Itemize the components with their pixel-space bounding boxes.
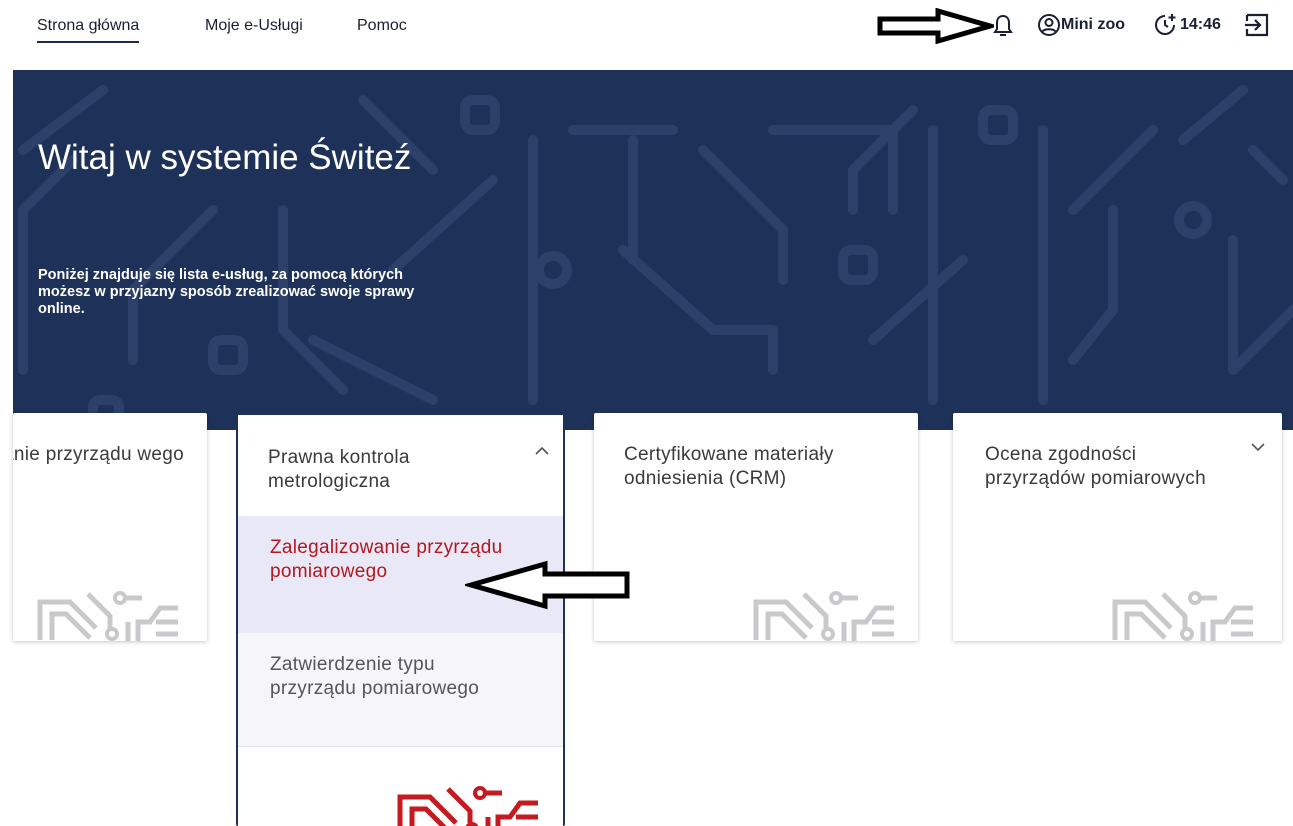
card-title: Certyfikowane materiały odniesienia (CRM… (624, 444, 834, 489)
chevron-down-icon[interactable] (1250, 441, 1266, 453)
hero-description: Poniżej znajduje się lista e-usług, za p… (38, 267, 415, 317)
nav-help-link[interactable]: Pomoc (357, 17, 407, 35)
session-time: 14:46 (1180, 16, 1221, 33)
subservice-item-type-approval[interactable]: Zatwierdzenie typu przyrządu pomiarowego (238, 633, 563, 747)
subservice-label: Zatwierdzenie typu przyrządu pomiarowego (270, 654, 480, 699)
bell-icon[interactable] (993, 14, 1013, 38)
user-circle-icon[interactable] (1037, 13, 1061, 37)
circuit-logo-icon (18, 588, 207, 641)
circuit-logo-icon (1093, 588, 1282, 641)
circuit-logo-icon (734, 588, 918, 641)
card-title: Ocena zgodności przyrządów pomiarowych (985, 444, 1206, 489)
timer-icon (1155, 14, 1176, 35)
hero-banner: Witaj w systemie Świteź Poniżej znajduje… (13, 70, 1293, 430)
circuit-pattern-decoration (18, 85, 1293, 430)
logout-icon[interactable] (1244, 12, 1270, 38)
arrow-right-annotation-icon (877, 8, 994, 44)
service-card-conformity-assessment[interactable]: Ocena zgodności przyrządów pomiarowych (953, 413, 1282, 641)
service-card-instrument-legalization[interactable]: anie przyrządu wego (13, 413, 207, 641)
card-title: Prawna kontrola metrologiczna (268, 447, 410, 492)
username[interactable]: Mini zoo (1061, 16, 1125, 34)
chevron-up-icon[interactable] (534, 445, 550, 457)
card-title: anie przyrządu wego (13, 444, 185, 465)
top-navigation: Strona główna Moje e-Usługi Pomoc Mini z… (0, 0, 1293, 70)
service-card-crm[interactable]: Certyfikowane materiały odniesienia (CRM… (594, 413, 918, 641)
arrow-left-annotation-icon (465, 560, 630, 610)
nav-home-link[interactable]: Strona główna (37, 17, 140, 43)
circuit-logo-icon (378, 783, 565, 826)
hero-title: Witaj w systemie Świteź (38, 138, 412, 177)
service-card-legal-metrology[interactable]: Prawna kontrola metrologiczna Zalegalizo… (236, 413, 565, 826)
nav-services-link[interactable]: Moje e-Usługi (205, 17, 303, 35)
